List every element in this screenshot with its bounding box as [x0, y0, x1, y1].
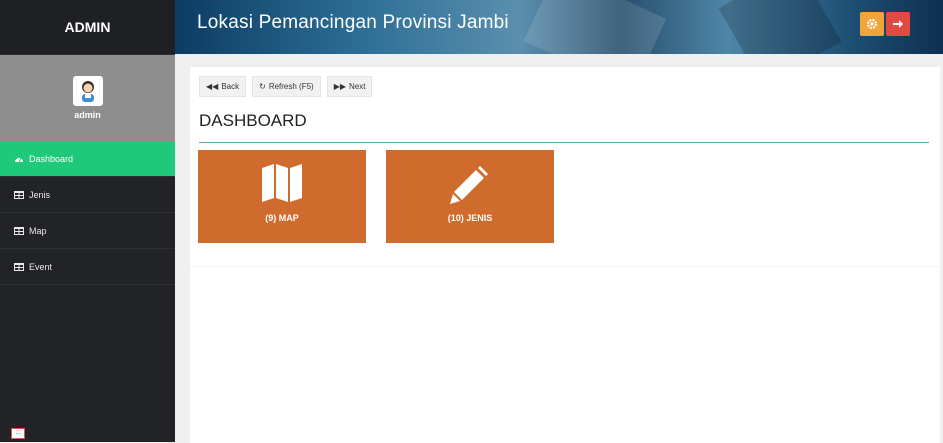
- header-decoration: [718, 0, 842, 54]
- main-content: ◀◀ Back ↻ Refresh (F5) ▶▶ Next DASHBOARD…: [190, 67, 940, 443]
- gear-icon: [866, 18, 878, 30]
- profile-name: admin: [74, 110, 101, 120]
- sidebar-item-label: Jenis: [29, 189, 51, 200]
- content-panel: [190, 266, 940, 443]
- forward-icon: ▶▶: [333, 82, 347, 91]
- title-divider: [199, 142, 929, 143]
- avatar[interactable]: [72, 76, 103, 106]
- header-bar: Lokasi Pemancingan Provinsi Jambi: [175, 0, 943, 54]
- settings-button[interactable]: [860, 12, 884, 36]
- sidebar-item-label: Map: [29, 225, 47, 236]
- refresh-icon: ↻: [259, 82, 266, 91]
- logout-button[interactable]: [886, 12, 910, 36]
- sidebar-item-event[interactable]: Event: [0, 249, 175, 285]
- header-decoration: [523, 0, 667, 54]
- back-button[interactable]: ◀◀ Back: [199, 76, 247, 97]
- page-header-title: Lokasi Pemancingan Provinsi Jambi: [197, 12, 509, 33]
- sidebar-item-label: Dashboard: [29, 153, 74, 164]
- table-icon: [14, 262, 24, 271]
- card-label: (9) MAP: [265, 213, 299, 223]
- sidebar-item-dashboard[interactable]: Dashboard: [0, 141, 175, 177]
- refresh-button[interactable]: ↻ Refresh (F5): [252, 76, 321, 97]
- sidebar: ADMIN admin Dashboard Jenis Map Event □: [0, 0, 175, 442]
- back-label: Back: [221, 82, 240, 91]
- card-jenis[interactable]: (10) JENIS: [386, 150, 554, 243]
- card-icon-wrap: [198, 162, 366, 204]
- dashboard-icon: [15, 157, 23, 162]
- sidebar-item-map[interactable]: Map: [0, 213, 175, 249]
- arrow-right-icon: [893, 20, 903, 28]
- brand-label: ADMIN: [0, 0, 175, 55]
- card-icon-wrap: [386, 162, 554, 206]
- next-button[interactable]: ▶▶ Next: [326, 76, 373, 97]
- sidebar-item-jenis[interactable]: Jenis: [0, 177, 175, 213]
- user-profile: admin: [0, 55, 175, 141]
- table-icon: [14, 226, 24, 235]
- user-avatar-icon: [81, 81, 94, 102]
- card-label: (10) JENIS: [447, 213, 493, 223]
- next-label: Next: [349, 82, 366, 91]
- page-title: DASHBOARD: [199, 111, 307, 130]
- sidebar-item-label: Event: [29, 261, 53, 272]
- pencil-icon: [450, 166, 488, 204]
- pdf-icon[interactable]: □: [11, 428, 25, 439]
- backward-icon: ◀◀: [206, 82, 219, 91]
- card-map[interactable]: (9) MAP: [198, 150, 366, 243]
- map-icon: [262, 164, 302, 202]
- table-icon: [14, 190, 24, 199]
- refresh-label: Refresh (F5): [268, 82, 314, 91]
- toolbar: ◀◀ Back ↻ Refresh (F5) ▶▶ Next: [199, 76, 373, 97]
